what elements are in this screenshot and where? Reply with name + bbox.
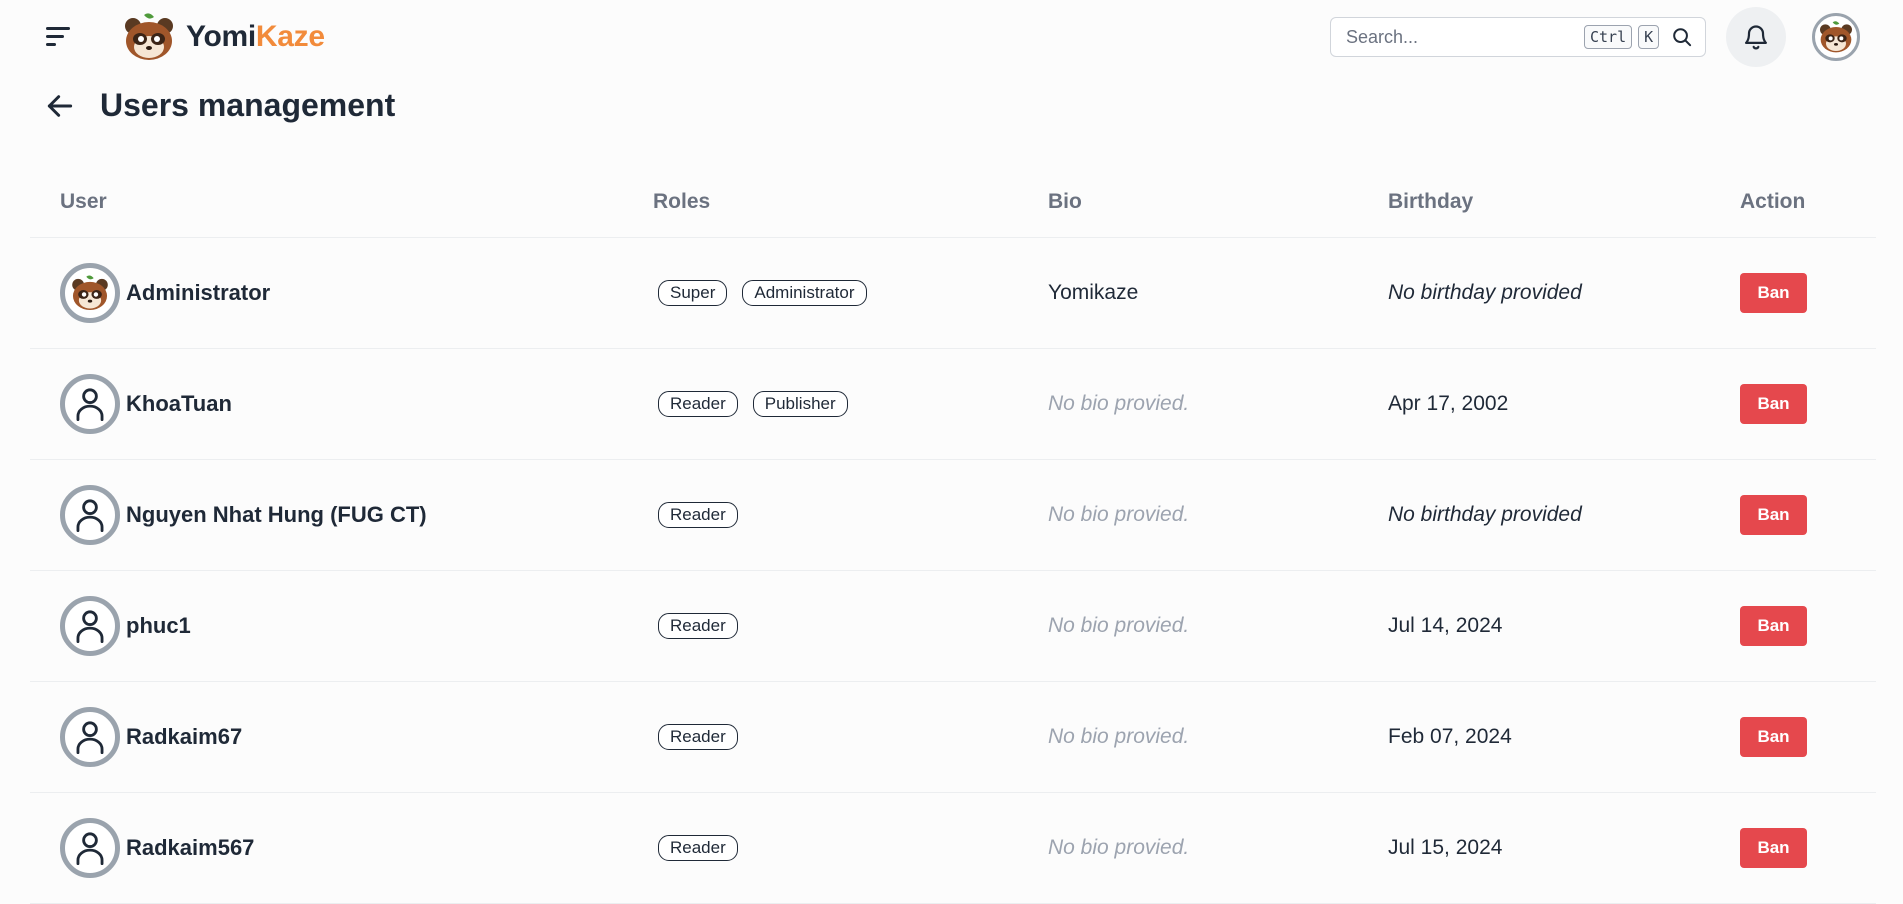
ban-button[interactable]: Ban	[1740, 273, 1807, 313]
menu-icon[interactable]	[46, 25, 74, 49]
column-header-roles[interactable]: Roles	[653, 190, 710, 214]
user-cell: Radkaim567	[60, 818, 254, 878]
user-avatar[interactable]	[60, 596, 120, 656]
roles-cell: Reader	[653, 613, 738, 639]
role-badge: Reader	[658, 391, 738, 417]
user-name[interactable]: KhoaTuan	[126, 391, 232, 417]
birthday-cell: No birthday provided	[1388, 281, 1582, 304]
birthday-cell: Feb 07, 2024	[1388, 725, 1512, 748]
bio-cell: No bio provied.	[1048, 725, 1190, 748]
bio-cell: No bio provied.	[1048, 836, 1190, 859]
bio-cell: No bio provied.	[1048, 614, 1190, 637]
search-icon[interactable]	[1671, 26, 1693, 48]
action-cell: Ban	[1740, 495, 1807, 535]
brand-name-part1: Yomi	[186, 20, 256, 53]
user-cell: KhoaTuan	[60, 374, 232, 434]
ban-button[interactable]: Ban	[1740, 495, 1807, 535]
user-icon	[76, 610, 104, 643]
column-header-birthday[interactable]: Birthday	[1388, 190, 1473, 214]
user-avatar[interactable]	[60, 485, 120, 545]
birthday-cell: Apr 17, 2002	[1388, 392, 1509, 415]
user-name[interactable]: Radkaim67	[126, 724, 242, 750]
user-avatar[interactable]	[60, 263, 120, 323]
user-icon	[76, 499, 104, 532]
role-badge: Publisher	[752, 391, 848, 417]
table-row: phuc1 Reader No bio provied. Jul 14, 202…	[30, 571, 1876, 682]
ban-button[interactable]: Ban	[1740, 717, 1807, 757]
user-name[interactable]: Nguyen Nhat Hung (FUG CT)	[126, 502, 427, 528]
brand-logo[interactable]: YomiKaze	[122, 13, 325, 61]
action-cell: Ban	[1740, 273, 1807, 313]
role-badge: Administrator	[742, 280, 867, 306]
ban-button[interactable]: Ban	[1740, 384, 1807, 424]
search-input[interactable]	[1346, 26, 1578, 48]
column-header-action: Action	[1740, 190, 1806, 213]
action-cell: Ban	[1740, 828, 1807, 868]
roles-cell: Reader	[653, 724, 738, 750]
bio-cell: No bio provied.	[1048, 503, 1190, 526]
table-body: Administrator Super Administrator Yomikaz…	[30, 238, 1876, 904]
bio-cell: No bio provied.	[1048, 392, 1190, 415]
user-name[interactable]: Radkaim567	[126, 835, 254, 861]
action-cell: Ban	[1740, 606, 1807, 646]
search-bar[interactable]: Ctrl K	[1330, 17, 1706, 57]
ban-button[interactable]: Ban	[1740, 606, 1807, 646]
user-name[interactable]: Administrator	[126, 280, 270, 306]
user-icon	[76, 388, 104, 421]
bell-icon	[1744, 25, 1768, 50]
role-badge: Reader	[658, 502, 738, 528]
page-title: Users management	[100, 87, 396, 123]
table-row: Nguyen Nhat Hung (FUG CT) Reader No bio …	[30, 460, 1876, 571]
users-table: User Roles Bio Birthday Action Administr…	[30, 168, 1876, 904]
mascot-icon	[72, 275, 108, 311]
user-avatar[interactable]	[60, 818, 120, 878]
role-badge: Reader	[658, 613, 738, 639]
action-cell: Ban	[1740, 717, 1807, 757]
column-header-user[interactable]: User	[60, 190, 107, 214]
table-row: Radkaim567 Reader No bio provied. Jul 15…	[30, 793, 1876, 904]
user-avatar[interactable]	[60, 374, 120, 434]
table-row: Radkaim67 Reader No bio provied. Feb 07,…	[30, 682, 1876, 793]
user-icon	[76, 721, 104, 754]
user-name[interactable]: phuc1	[126, 613, 191, 639]
shortcut-key-ctrl: Ctrl	[1584, 25, 1633, 49]
birthday-cell: Jul 14, 2024	[1388, 614, 1503, 637]
user-avatar[interactable]	[60, 707, 120, 767]
roles-cell: Reader Publisher	[653, 391, 848, 417]
action-cell: Ban	[1740, 384, 1807, 424]
profile-avatar[interactable]	[1812, 13, 1860, 61]
user-cell: Nguyen Nhat Hung (FUG CT)	[60, 485, 427, 545]
role-badge: Super	[658, 280, 728, 306]
birthday-cell: Jul 15, 2024	[1388, 836, 1503, 859]
back-arrow-icon[interactable]	[44, 90, 76, 122]
roles-cell: Super Administrator	[653, 280, 867, 306]
table-header: User Roles Bio Birthday Action	[30, 168, 1876, 238]
roles-cell: Reader	[653, 502, 738, 528]
role-badge: Reader	[658, 724, 738, 750]
brand-name-part2: Kaze	[255, 20, 325, 53]
role-badge: Reader	[658, 835, 738, 861]
top-navigation-bar: YomiKaze Ctrl K	[0, 0, 1903, 74]
bio-cell: Yomikaze	[1048, 281, 1139, 304]
mascot-icon	[125, 13, 173, 60]
mascot-icon	[1820, 21, 1852, 53]
ban-button[interactable]: Ban	[1740, 828, 1807, 868]
user-icon	[76, 832, 104, 865]
roles-cell: Reader	[653, 835, 738, 861]
user-cell: Radkaim67	[60, 707, 242, 767]
shortcut-key-k: K	[1638, 25, 1660, 49]
user-cell: Administrator	[60, 263, 270, 323]
column-header-bio[interactable]: Bio	[1048, 190, 1082, 214]
user-cell: phuc1	[60, 596, 191, 656]
notifications-button[interactable]	[1726, 7, 1786, 67]
table-row: KhoaTuan Reader Publisher No bio provied.…	[30, 349, 1876, 460]
table-row: Administrator Super Administrator Yomikaz…	[30, 238, 1876, 349]
birthday-cell: No birthday provided	[1388, 503, 1582, 526]
